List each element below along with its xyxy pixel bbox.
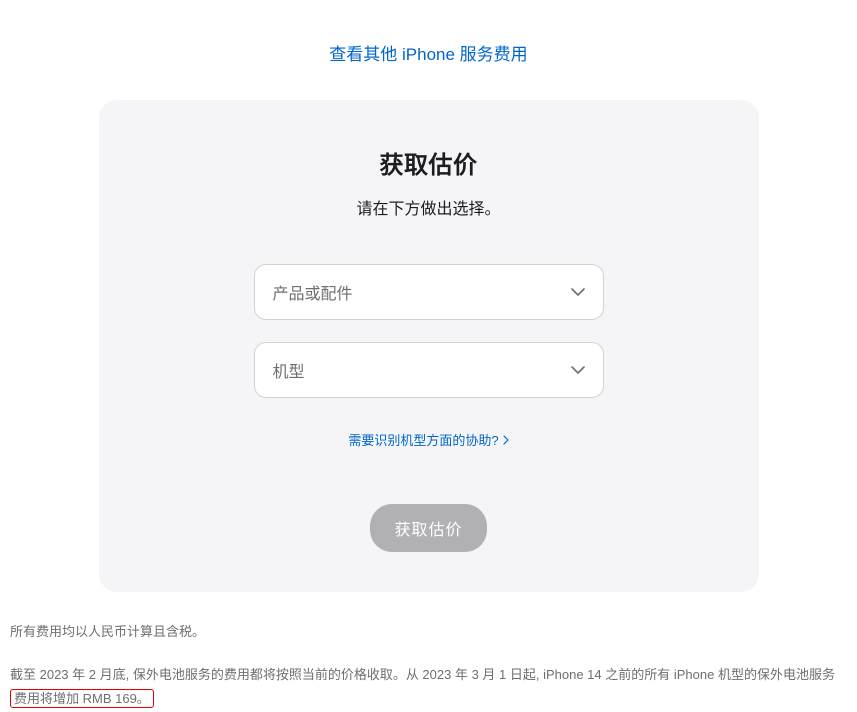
help-link-text: 需要识别机型方面的协助? bbox=[348, 430, 498, 449]
model-select[interactable]: 机型 bbox=[254, 342, 604, 398]
estimate-card: 获取估价 请在下方做出选择。 产品或配件 机型 需要识别机型方面的协助? 获取估… bbox=[99, 100, 759, 592]
footer-para-2-start: 截至 2023 年 2 月底, 保外电池服务的费用都将按照当前的价格收取。从 2… bbox=[10, 667, 835, 682]
footer-para-2: 截至 2023 年 2 月底, 保外电池服务的费用都将按照当前的价格收取。从 2… bbox=[10, 663, 847, 712]
card-title: 获取估价 bbox=[159, 145, 699, 180]
help-identify-model-link[interactable]: 需要识别机型方面的协助? bbox=[348, 430, 508, 449]
footer-text: 所有费用均以人民币计算且含税。 截至 2023 年 2 月底, 保外电池服务的费… bbox=[10, 620, 847, 712]
footer-highlight: 费用将增加 RMB 169。 bbox=[10, 689, 154, 708]
model-select-placeholder: 机型 bbox=[273, 358, 305, 382]
card-subtitle: 请在下方做出选择。 bbox=[159, 195, 699, 219]
view-other-services-link[interactable]: 查看其他 iPhone 服务费用 bbox=[10, 40, 847, 65]
get-estimate-button[interactable]: 获取估价 bbox=[370, 504, 486, 552]
chevron-down-icon bbox=[571, 366, 585, 374]
chevron-right-icon bbox=[503, 435, 509, 445]
product-select-placeholder: 产品或配件 bbox=[273, 280, 353, 304]
chevron-down-icon bbox=[571, 288, 585, 296]
product-select[interactable]: 产品或配件 bbox=[254, 264, 604, 320]
footer-para-1: 所有费用均以人民币计算且含税。 bbox=[10, 620, 847, 645]
